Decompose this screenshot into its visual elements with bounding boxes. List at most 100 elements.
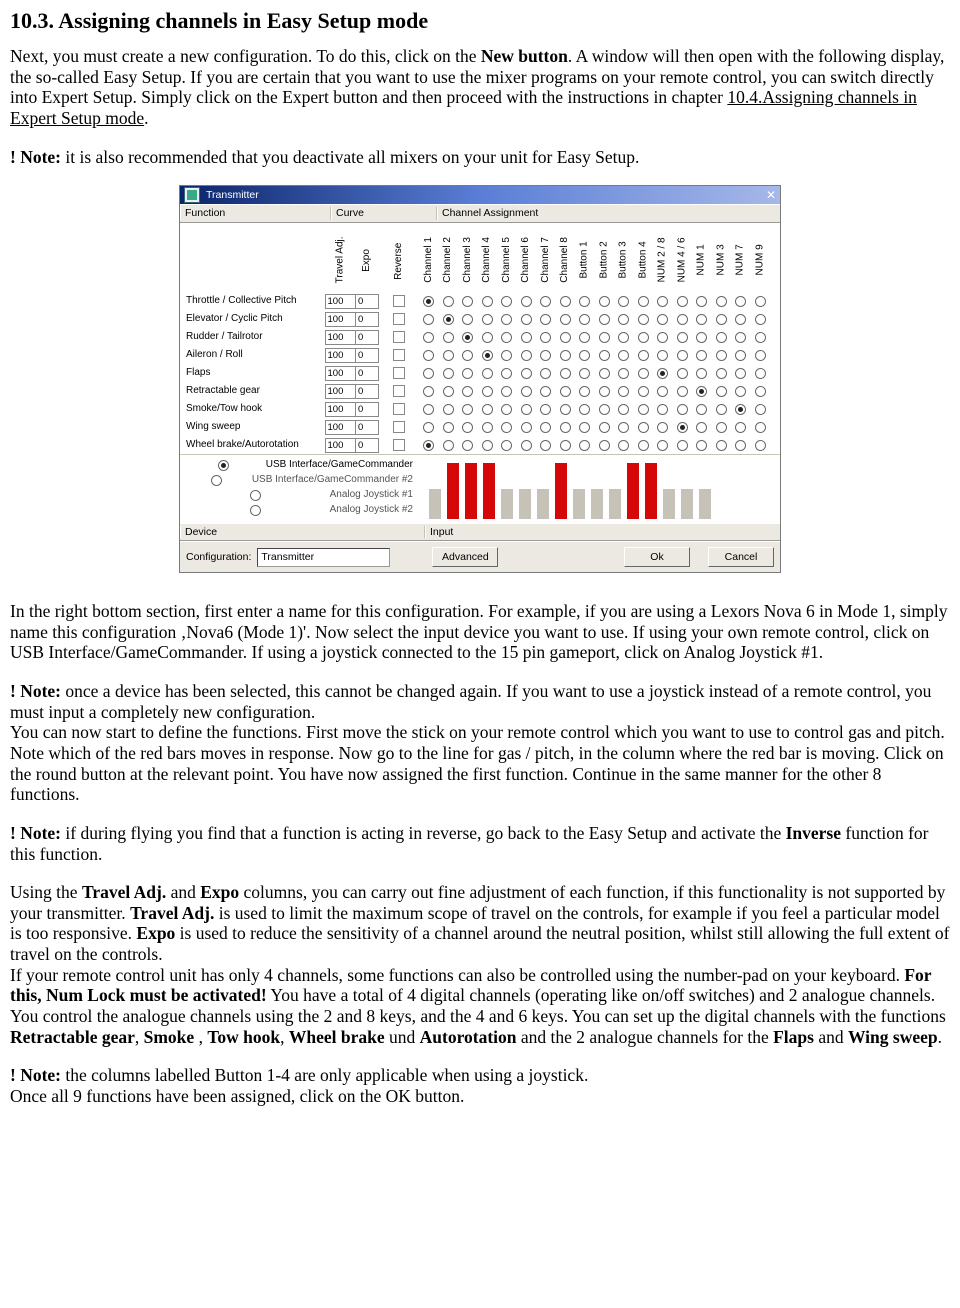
travel-6[interactable]: [325, 400, 355, 418]
cell-3-17[interactable]: [751, 346, 771, 364]
assign-radio-2-5[interactable]: [521, 332, 532, 343]
assign-radio-1-11[interactable]: [638, 314, 649, 325]
cell-5-5[interactable]: [517, 382, 537, 400]
reverse-7[interactable]: [379, 418, 419, 436]
cell-2-10[interactable]: [614, 328, 634, 346]
cell-3-12[interactable]: [653, 346, 673, 364]
cell-6-5[interactable]: [517, 400, 537, 418]
assign-radio-0-5[interactable]: [521, 296, 532, 307]
cell-1-3[interactable]: [478, 310, 498, 328]
cell-3-7[interactable]: [556, 346, 576, 364]
cell-0-4[interactable]: [497, 292, 517, 310]
device-option-2[interactable]: Analog Joystick #1: [186, 488, 413, 502]
assign-radio-4-15[interactable]: [716, 368, 727, 379]
cell-1-0[interactable]: [419, 310, 439, 328]
assign-radio-0-17[interactable]: [755, 296, 766, 307]
assign-radio-2-6[interactable]: [540, 332, 551, 343]
cell-1-13[interactable]: [673, 310, 693, 328]
assign-radio-6-6[interactable]: [540, 404, 551, 415]
cell-7-9[interactable]: [595, 418, 615, 436]
assign-radio-4-4[interactable]: [501, 368, 512, 379]
cell-4-5[interactable]: [517, 364, 537, 382]
assign-radio-1-12[interactable]: [657, 314, 668, 325]
cell-1-10[interactable]: [614, 310, 634, 328]
cell-8-17[interactable]: [751, 436, 771, 454]
assign-radio-1-5[interactable]: [521, 314, 532, 325]
assign-radio-6-14[interactable]: [696, 404, 707, 415]
travel-input-1[interactable]: [325, 312, 356, 327]
cell-2-2[interactable]: [458, 328, 478, 346]
assign-radio-0-0[interactable]: [423, 296, 434, 307]
assign-radio-0-6[interactable]: [540, 296, 551, 307]
assign-radio-8-10[interactable]: [618, 440, 629, 451]
assign-radio-0-4[interactable]: [501, 296, 512, 307]
assign-radio-5-15[interactable]: [716, 386, 727, 397]
travel-7[interactable]: [325, 418, 355, 436]
assign-radio-3-10[interactable]: [618, 350, 629, 361]
cell-1-9[interactable]: [595, 310, 615, 328]
cell-7-8[interactable]: [575, 418, 595, 436]
travel-input-2[interactable]: [325, 330, 356, 345]
cell-0-7[interactable]: [556, 292, 576, 310]
assign-radio-7-17[interactable]: [755, 422, 766, 433]
assign-radio-4-12[interactable]: [657, 368, 668, 379]
cell-6-9[interactable]: [595, 400, 615, 418]
cell-6-8[interactable]: [575, 400, 595, 418]
cell-8-13[interactable]: [673, 436, 693, 454]
cell-4-2[interactable]: [458, 364, 478, 382]
cell-5-14[interactable]: [692, 382, 712, 400]
assign-radio-7-0[interactable]: [423, 422, 434, 433]
assign-radio-1-1[interactable]: [443, 314, 454, 325]
cell-2-6[interactable]: [536, 328, 556, 346]
assign-radio-2-8[interactable]: [579, 332, 590, 343]
cell-6-7[interactable]: [556, 400, 576, 418]
assign-radio-6-0[interactable]: [423, 404, 434, 415]
cell-5-6[interactable]: [536, 382, 556, 400]
cell-5-1[interactable]: [439, 382, 459, 400]
config-name-input[interactable]: [257, 548, 390, 567]
assign-radio-4-6[interactable]: [540, 368, 551, 379]
cell-7-6[interactable]: [536, 418, 556, 436]
assign-radio-3-15[interactable]: [716, 350, 727, 361]
reverse-4[interactable]: [379, 364, 419, 382]
assign-radio-3-17[interactable]: [755, 350, 766, 361]
assign-radio-0-3[interactable]: [482, 296, 493, 307]
assign-radio-5-6[interactable]: [540, 386, 551, 397]
assign-radio-1-0[interactable]: [423, 314, 434, 325]
cell-7-12[interactable]: [653, 418, 673, 436]
cell-2-5[interactable]: [517, 328, 537, 346]
travel-2[interactable]: [325, 328, 355, 346]
device-option-0[interactable]: USB Interface/GameCommander: [186, 458, 413, 472]
assign-radio-4-2[interactable]: [462, 368, 473, 379]
assign-radio-3-8[interactable]: [579, 350, 590, 361]
assign-radio-7-3[interactable]: [482, 422, 493, 433]
assign-radio-6-13[interactable]: [677, 404, 688, 415]
travel-input-6[interactable]: [325, 402, 356, 417]
assign-radio-4-8[interactable]: [579, 368, 590, 379]
assign-radio-8-17[interactable]: [755, 440, 766, 451]
device-radio-1[interactable]: [211, 475, 222, 486]
cell-1-12[interactable]: [653, 310, 673, 328]
assign-radio-8-4[interactable]: [501, 440, 512, 451]
cell-7-13[interactable]: [673, 418, 693, 436]
cell-1-6[interactable]: [536, 310, 556, 328]
reverse-8[interactable]: [379, 436, 419, 454]
assign-radio-2-12[interactable]: [657, 332, 668, 343]
assign-radio-0-10[interactable]: [618, 296, 629, 307]
travel-input-5[interactable]: [325, 384, 356, 399]
cell-8-10[interactable]: [614, 436, 634, 454]
assign-radio-7-6[interactable]: [540, 422, 551, 433]
assign-radio-3-9[interactable]: [599, 350, 610, 361]
cell-8-15[interactable]: [712, 436, 732, 454]
assign-radio-3-7[interactable]: [560, 350, 571, 361]
cell-6-13[interactable]: [673, 400, 693, 418]
assign-radio-4-1[interactable]: [443, 368, 454, 379]
assign-radio-6-15[interactable]: [716, 404, 727, 415]
reverse-check-5[interactable]: [393, 385, 405, 397]
assign-radio-6-10[interactable]: [618, 404, 629, 415]
cell-7-2[interactable]: [458, 418, 478, 436]
assign-radio-4-0[interactable]: [423, 368, 434, 379]
assign-radio-7-1[interactable]: [443, 422, 454, 433]
expo-4[interactable]: [355, 364, 379, 382]
cell-3-9[interactable]: [595, 346, 615, 364]
